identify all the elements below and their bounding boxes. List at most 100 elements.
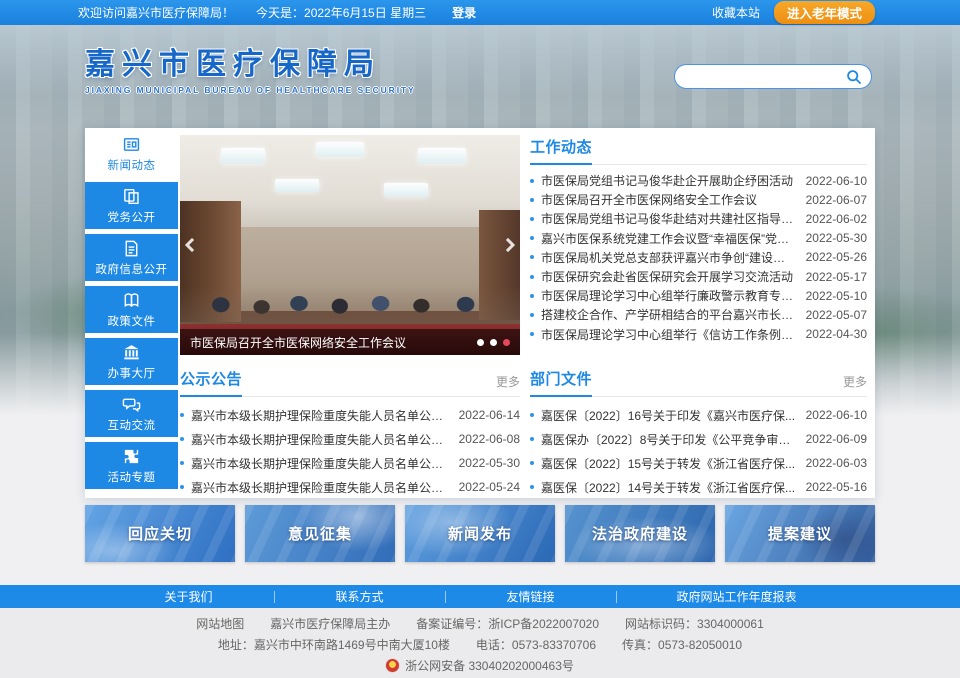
- carousel-dots: [477, 339, 510, 346]
- news-row[interactable]: 市医保局机关党总支部获评嘉兴市争创“建设清廉机...2022-05-26: [530, 248, 867, 267]
- banner-rule-of-law[interactable]: 法治政府建设: [565, 505, 715, 562]
- news-row[interactable]: 搭建校企合作、产学研相结合的平台嘉兴市长期护理... 2022-05-07: [530, 305, 867, 324]
- sidebar-item-label: 活动专题: [108, 469, 156, 485]
- footer-nav-links[interactable]: 友情链接: [446, 588, 616, 605]
- sidebar-item-activities[interactable]: 活动专题: [85, 442, 178, 489]
- banner-label: 新闻发布: [448, 523, 512, 544]
- news-row[interactable]: 嘉兴市本级长期护理保险重度失能人员名单公示（2...2022-05-30: [180, 451, 520, 475]
- sidebar-item-interaction[interactable]: 互动交流: [85, 390, 178, 437]
- phone-text: 电话：0573-83370706: [476, 636, 596, 653]
- section-title[interactable]: 公示公告: [180, 368, 242, 397]
- carousel-dot-active[interactable]: [503, 339, 510, 346]
- sidebar-nav: 新闻动态 党务公开 政府信息公开 政策文件 办事大厅 互动交流: [85, 130, 178, 494]
- sidebar-item-party-affairs[interactable]: 党务公开: [85, 182, 178, 229]
- carousel-photo-meeting-people: [180, 285, 520, 329]
- more-link[interactable]: 更多: [496, 373, 520, 396]
- sidebar-item-news[interactable]: 新闻动态: [85, 130, 178, 177]
- today-date-text: 今天是：2022年6月15日 星期三: [256, 4, 426, 21]
- bullet-icon: [530, 179, 534, 183]
- more-link[interactable]: 更多: [843, 373, 867, 396]
- welcome-text: 欢迎访问嘉兴市医疗保障局！: [78, 4, 234, 21]
- organizer-text: 嘉兴市医疗保障局主办: [270, 615, 390, 632]
- search-box: [674, 64, 872, 89]
- footer-info: 网站地图 嘉兴市医疗保障局主办 备案证编号：浙ICP备2022007020 网站…: [0, 608, 960, 678]
- news-date: 2022-05-16: [806, 480, 867, 494]
- footer-nav-contact[interactable]: 联系方式: [275, 588, 445, 605]
- footer-nav-about[interactable]: 关于我们: [104, 588, 274, 605]
- gov-info-icon: [122, 239, 141, 258]
- carousel-next-button[interactable]: [500, 231, 516, 259]
- news-row[interactable]: 市医保局召开全市医保网络安全工作会议2022-06-07: [530, 190, 867, 209]
- news-row[interactable]: 嘉医保〔2022〕14号关于转发《浙江省医疗保... 2022-05-16: [530, 475, 867, 499]
- footer-nav: 关于我们 联系方式 友情链接 政府网站工作年度报表: [0, 585, 960, 608]
- news-row[interactable]: 市医保局理论学习中心组举行《信访工作条例》专题... 2022-04-30: [530, 325, 867, 344]
- news-row[interactable]: 嘉兴市本级长期护理保险重度失能人员名单公示（2...2022-06-08: [180, 427, 520, 451]
- section-title[interactable]: 部门文件: [530, 368, 592, 397]
- news-row[interactable]: 嘉兴市本级长期护理保险重度失能人员名单公示（2...2022-06-14: [180, 403, 520, 427]
- sitemap-link[interactable]: 网站地图: [196, 615, 244, 632]
- news-row[interactable]: 嘉兴市本级长期护理保险重度失能人员名单公示（2...2022-05-24: [180, 475, 520, 499]
- bullet-icon: [530, 275, 534, 279]
- sidebar-item-gov-info[interactable]: 政府信息公开: [85, 234, 178, 281]
- sidebar-item-label: 政府信息公开: [96, 261, 168, 277]
- news-title: 嘉医保〔2022〕16号关于印发《嘉兴市医疗保...: [541, 407, 796, 424]
- bullet-icon: [530, 198, 534, 202]
- banner-opinion-collection[interactable]: 意见征集: [245, 505, 395, 562]
- site-code-text: 网站标识码：3304000061: [625, 615, 764, 632]
- security-record-text[interactable]: 浙公网安备 33040202000463号: [405, 657, 574, 674]
- banner-respond-concerns[interactable]: 回应关切: [85, 505, 235, 562]
- sidebar-item-service-hall[interactable]: 办事大厅: [85, 338, 178, 385]
- news-date: 2022-05-30: [806, 231, 867, 245]
- news-title: 搭建校企合作、产学研相结合的平台嘉兴市长期护理...: [541, 306, 796, 323]
- sidebar-item-policy-docs[interactable]: 政策文件: [85, 286, 178, 333]
- favorite-site-link[interactable]: 收藏本站: [712, 4, 760, 21]
- carousel-caption[interactable]: 市医保局召开全市医保网络安全工作会议: [190, 334, 469, 351]
- main-content-card: 新闻动态 党务公开 政府信息公开 政策文件 办事大厅 互动交流: [85, 128, 875, 498]
- carousel-dot[interactable]: [490, 339, 497, 346]
- carousel-caption-bar: 市医保局召开全市医保网络安全工作会议: [180, 329, 520, 355]
- news-row[interactable]: 嘉医保〔2022〕16号关于印发《嘉兴市医疗保...2022-06-10: [530, 403, 867, 427]
- interaction-icon: [122, 395, 141, 414]
- bullet-icon: [530, 437, 534, 441]
- news-carousel[interactable]: 市医保局召开全市医保网络安全工作会议: [180, 135, 520, 355]
- section-dept-docs: 部门文件 更多 嘉医保〔2022〕16号关于印发《嘉兴市医疗保...2022-0…: [530, 370, 867, 499]
- service-hall-icon: [122, 343, 141, 362]
- news-row[interactable]: 市医保研究会赴省医保研究会开展学习交流活动2022-05-17: [530, 267, 867, 286]
- news-date: 2022-04-30: [806, 327, 867, 341]
- bullet-icon: [530, 217, 534, 221]
- photo-light: [418, 148, 466, 163]
- news-title: 市医保局理论学习中心组举行《信访工作条例》专题...: [541, 326, 796, 343]
- section-title[interactable]: 工作动态: [530, 136, 592, 165]
- search-input[interactable]: [688, 67, 846, 87]
- elder-mode-button[interactable]: 进入老年模式: [774, 1, 875, 24]
- news-date: 2022-06-10: [806, 174, 867, 188]
- news-title: 市医保研究会赴省医保研究会开展学习交流活动: [541, 268, 796, 285]
- carousel-dot[interactable]: [477, 339, 484, 346]
- news-title: 嘉医保〔2022〕14号关于转发《浙江省医疗保...: [541, 479, 796, 496]
- news-row[interactable]: 市医保局党组书记马俊华赴结对共建社区指导全国文...2022-06-02: [530, 209, 867, 228]
- news-row[interactable]: 市医保局理论学习中心组举行廉政警示教育专题学习...2022-05-10: [530, 286, 867, 305]
- news-date: 2022-06-07: [806, 193, 867, 207]
- bullet-icon: [530, 255, 534, 259]
- news-title: 嘉兴市本级长期护理保险重度失能人员名单公示（2...: [191, 431, 449, 448]
- page: 欢迎访问嘉兴市医疗保障局！ 今天是：2022年6月15日 星期三 登录 收藏本站…: [0, 0, 960, 678]
- footer-nav-annual-report[interactable]: 政府网站工作年度报表: [617, 588, 857, 605]
- public-security-emblem-icon: [386, 659, 399, 672]
- bullet-icon: [530, 485, 534, 489]
- news-row[interactable]: 嘉兴市医保系统党建工作会议暨“幸福医保”党建联...2022-05-30: [530, 229, 867, 248]
- fax-text: 传真：0573-82050010: [622, 636, 742, 653]
- login-link[interactable]: 登录: [452, 4, 476, 21]
- topbar: 欢迎访问嘉兴市医疗保障局！ 今天是：2022年6月15日 星期三 登录 收藏本站…: [0, 0, 960, 25]
- carousel-prev-button[interactable]: [184, 231, 200, 259]
- banner-news-release[interactable]: 新闻发布: [405, 505, 555, 562]
- bullet-icon: [530, 413, 534, 417]
- sidebar-item-label: 互动交流: [108, 417, 156, 433]
- news-date: 2022-05-07: [806, 308, 867, 322]
- banner-proposals[interactable]: 提案建议: [725, 505, 875, 562]
- sidebar-item-label: 办事大厅: [108, 365, 156, 381]
- news-row[interactable]: 嘉医保办〔2022〕8号关于印发《公平竞争审查...2022-06-09: [530, 427, 867, 451]
- news-row[interactable]: 嘉医保〔2022〕15号关于转发《浙江省医疗保...2022-06-03: [530, 451, 867, 475]
- section-work-news: 工作动态 市医保局党组书记马俊华赴企开展助企纾困活动2022-06-10 市医保…: [530, 138, 867, 344]
- search-icon[interactable]: [846, 69, 862, 85]
- news-row[interactable]: 市医保局党组书记马俊华赴企开展助企纾困活动2022-06-10: [530, 171, 867, 190]
